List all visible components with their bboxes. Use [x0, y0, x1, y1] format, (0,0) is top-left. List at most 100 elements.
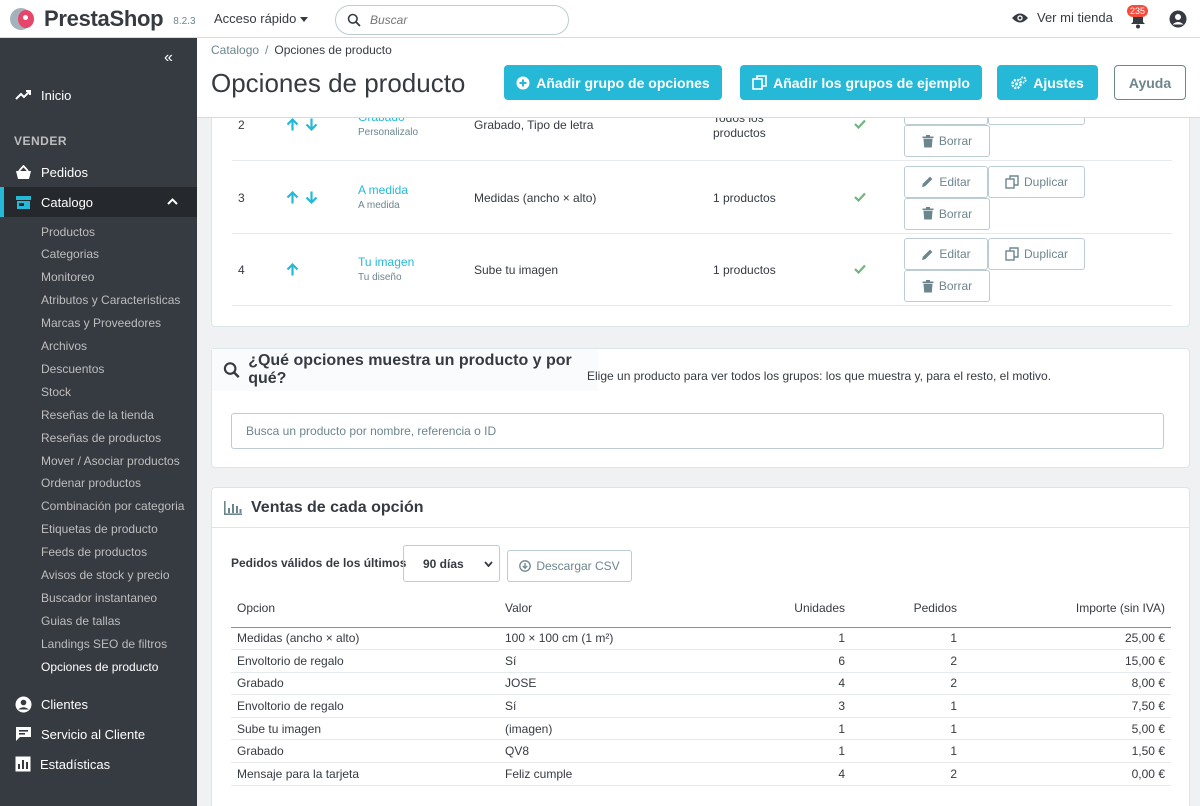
user-avatar-icon[interactable] — [1169, 10, 1187, 28]
arrow-up-icon[interactable] — [286, 190, 299, 204]
prestashop-logo[interactable]: PrestaShop 8.2.3 — [10, 6, 196, 32]
value-cell: JOSE — [499, 672, 689, 696]
sidebar-subitem[interactable]: Landings SEO de filtros — [0, 632, 197, 655]
gears-icon — [1011, 76, 1027, 89]
breadcrumb-current: Opciones de producto — [274, 43, 392, 57]
chevron-up-icon — [167, 198, 178, 205]
group-public-name: Tu diseño — [358, 272, 402, 283]
product-search-input[interactable] — [231, 413, 1164, 449]
duplicate-button[interactable]: Duplicar — [988, 118, 1085, 125]
arrow-up-icon[interactable] — [286, 263, 299, 276]
product-options-lookup-card: ¿Qué opciones muestra un producto y por … — [211, 348, 1190, 468]
add-example-groups-button[interactable]: Añadir los grupos de ejemplo — [740, 65, 982, 100]
group-products: Todos los productos — [713, 118, 766, 140]
sidebar-subitem[interactable]: Productos — [0, 220, 197, 243]
edit-button[interactable]: Editar — [904, 165, 988, 198]
group-products: 1 productos — [713, 263, 776, 277]
sidebar-item-catalog[interactable]: Catalogo — [0, 187, 197, 217]
units-cell: 3 — [689, 694, 851, 718]
main-content: 2 Grabado Personalizalo Grabado, Tipo de le… — [197, 118, 1200, 806]
bar-chart-icon — [224, 500, 242, 515]
page-header: Catalogo / Opciones de producto Opciones d… — [197, 38, 1200, 118]
orders-cell: 2 — [851, 672, 963, 696]
delete-button[interactable]: Borrar — [904, 270, 990, 302]
sidebar-subitem[interactable]: Marcas y Proveedores — [0, 312, 197, 335]
sidebar-subitem[interactable]: Buscador instantaneo — [0, 586, 197, 609]
duplicate-button[interactable]: Duplicar — [988, 165, 1085, 198]
sidebar-item-stats[interactable]: Estadísticas — [0, 749, 197, 779]
settings-button[interactable]: Ajustes — [997, 65, 1098, 100]
orders-cell: 1 — [851, 717, 963, 741]
sidebar-subitem[interactable]: Categorias — [0, 243, 197, 266]
duplicate-icon — [1005, 247, 1019, 261]
col-value: Valor — [499, 589, 689, 628]
reorder-arrows — [286, 118, 324, 131]
download-circle-icon — [519, 560, 532, 572]
orders-cell: 2 — [851, 762, 963, 786]
view-shop-link[interactable]: Ver mi tienda — [1011, 10, 1113, 25]
table-row: 2 Grabado Personalizalo Grabado, Tipo de le… — [232, 118, 1172, 161]
edit-button[interactable]: Editar — [904, 238, 988, 270]
sidebar-subitem[interactable]: Guias de tallas — [0, 609, 197, 632]
table-row: Envoltorio de regalo Sí 6 2 15,00 € — [231, 649, 1171, 673]
group-products: 1 productos — [713, 190, 776, 205]
download-csv-button[interactable]: Descargar CSV — [507, 550, 632, 582]
sidebar-subitem[interactable]: Ordenar productos — [0, 472, 197, 495]
sidebar-item-customers[interactable]: Clientes — [0, 689, 197, 719]
value-cell: Sí — [499, 649, 689, 673]
collapse-sidebar-icon[interactable]: « — [164, 49, 173, 67]
sidebar-subitem[interactable]: Atributos y Caracteristicas — [0, 289, 197, 312]
sidebar-subitem[interactable]: Avisos de stock y precio — [0, 564, 197, 587]
help-button[interactable]: Ayuda — [1114, 65, 1186, 100]
amount-cell: 7,50 € — [963, 694, 1171, 718]
basket-icon — [16, 164, 31, 179]
copy-icon — [752, 75, 767, 90]
table-row: Grabado QV8 1 1 1,50 € — [231, 739, 1171, 764]
sidebar-subitem[interactable]: Feeds de productos — [0, 541, 197, 564]
duplicate-button[interactable]: Duplicar — [988, 238, 1085, 270]
trash-icon — [922, 279, 934, 292]
arrow-down-icon[interactable] — [305, 118, 318, 131]
sidebar-subitem[interactable]: Reseñas de la tienda — [0, 403, 197, 426]
sidebar-subitem[interactable]: Mover / Asociar productos — [0, 449, 197, 472]
group-name-link[interactable]: A medida — [358, 183, 408, 197]
option-cell: Medidas (ancho × alto) — [231, 627, 499, 651]
arrow-up-icon[interactable] — [286, 118, 299, 131]
page-title: Opciones de producto — [211, 68, 466, 98]
value-cell: Sí — [499, 694, 689, 718]
col-amount: Importe (sin IVA) — [963, 589, 1171, 628]
breadcrumb-catalog[interactable]: Catalogo — [211, 43, 259, 57]
sidebar-subitem[interactable]: Stock — [0, 380, 197, 403]
search-input[interactable] — [370, 11, 560, 29]
sidebar-subitem[interactable]: Reseñas de productos — [0, 426, 197, 449]
amount-cell: 0,00 € — [963, 762, 1171, 786]
chevron-down-icon — [484, 561, 493, 567]
sidebar-subitem[interactable]: Monitoreo — [0, 266, 197, 289]
option-cell: Envoltorio de regalo — [231, 694, 499, 718]
sidebar-item-support[interactable]: Servicio al Cliente — [0, 719, 197, 749]
sidebar-subitem[interactable]: Etiquetas de producto — [0, 518, 197, 541]
group-name-link[interactable]: Grabado — [358, 118, 405, 124]
eye-icon — [1012, 13, 1028, 22]
option-groups-card: 2 Grabado Personalizalo Grabado, Tipo de le… — [211, 118, 1190, 327]
sidebar-subitem[interactable]: Combinación por categoria — [0, 495, 197, 518]
period-select[interactable]: 90 días — [403, 545, 500, 582]
add-option-group-button[interactable]: Añadir grupo de opciones — [504, 65, 722, 100]
value-cell: Feliz cumple — [499, 762, 689, 786]
sidebar-subitem[interactable]: Opciones de producto — [0, 655, 197, 678]
store-icon — [16, 195, 31, 209]
col-orders: Pedidos — [851, 589, 963, 628]
sidebar-item-orders[interactable]: Pedidos — [0, 157, 197, 187]
sidebar-subitem[interactable]: Archivos — [0, 335, 197, 358]
delete-button[interactable]: Borrar — [904, 197, 990, 230]
quick-access-dropdown[interactable]: Acceso rápido — [214, 11, 309, 26]
sidebar-item-home[interactable]: Inicio — [0, 80, 197, 110]
notification-badge: 235 — [1127, 5, 1149, 17]
group-name-link[interactable]: Tu imagen — [358, 255, 414, 269]
lookup-header: ¿Qué opciones muestra un producto y por … — [212, 349, 598, 391]
sidebar-subitem[interactable]: Descuentos — [0, 357, 197, 380]
arrow-down-icon[interactable] — [305, 191, 318, 204]
reorder-arrows — [286, 263, 305, 276]
delete-button[interactable]: Borrar — [904, 125, 990, 157]
edit-button[interactable]: Editar — [904, 118, 988, 125]
